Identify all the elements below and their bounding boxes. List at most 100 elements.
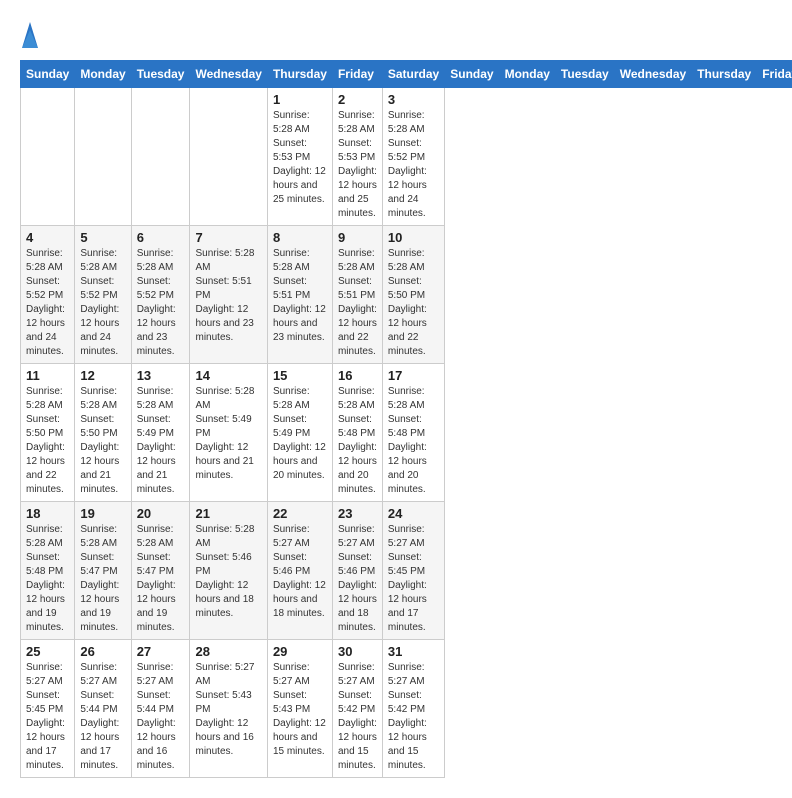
calendar-cell xyxy=(21,88,75,226)
day-number: 1 xyxy=(273,92,327,107)
calendar-cell: 17 Sunrise: 5:28 AMSunset: 5:48 PMDayligh… xyxy=(382,364,444,502)
calendar-table: SundayMondayTuesdayWednesdayThursdayFrid… xyxy=(20,60,792,778)
day-detail: Sunrise: 5:27 AMSunset: 5:44 PMDaylight:… xyxy=(80,661,125,773)
day-detail: Sunrise: 5:28 AMSunset: 5:48 PMDaylight:… xyxy=(388,385,439,497)
day-number: 5 xyxy=(80,230,125,245)
day-number: 19 xyxy=(80,506,125,521)
calendar-cell: 23 Sunrise: 5:27 AMSunset: 5:46 PMDayligh… xyxy=(332,502,382,640)
calendar-cell: 3 Sunrise: 5:28 AMSunset: 5:52 PMDaylight… xyxy=(382,88,444,226)
calendar-cell: 21 Sunrise: 5:28 AMSunset: 5:46 PMDayligh… xyxy=(190,502,267,640)
calendar-cell xyxy=(190,88,267,226)
day-number: 25 xyxy=(26,644,69,659)
day-number: 20 xyxy=(137,506,185,521)
column-header-friday: Friday xyxy=(332,61,382,88)
day-number: 9 xyxy=(338,230,377,245)
day-detail: Sunrise: 5:28 AMSunset: 5:53 PMDaylight:… xyxy=(338,109,377,221)
calendar-cell: 18 Sunrise: 5:28 AMSunset: 5:48 PMDayligh… xyxy=(21,502,75,640)
calendar-cell: 31 Sunrise: 5:27 AMSunset: 5:42 PMDayligh… xyxy=(382,640,444,778)
day-number: 3 xyxy=(388,92,439,107)
day-number: 21 xyxy=(195,506,261,521)
page-header xyxy=(20,20,772,50)
day-detail: Sunrise: 5:28 AMSunset: 5:52 PMDaylight:… xyxy=(388,109,439,221)
day-number: 4 xyxy=(26,230,69,245)
calendar-cell: 16 Sunrise: 5:28 AMSunset: 5:48 PMDayligh… xyxy=(332,364,382,502)
day-detail: Sunrise: 5:28 AMSunset: 5:49 PMDaylight:… xyxy=(195,385,261,483)
day-detail: Sunrise: 5:28 AMSunset: 5:49 PMDaylight:… xyxy=(137,385,185,497)
column-header-monday: Monday xyxy=(499,61,555,88)
day-detail: Sunrise: 5:28 AMSunset: 5:53 PMDaylight:… xyxy=(273,109,327,207)
calendar-cell: 6 Sunrise: 5:28 AMSunset: 5:52 PMDaylight… xyxy=(131,226,190,364)
calendar-cell: 11 Sunrise: 5:28 AMSunset: 5:50 PMDayligh… xyxy=(21,364,75,502)
day-number: 26 xyxy=(80,644,125,659)
day-detail: Sunrise: 5:27 AMSunset: 5:42 PMDaylight:… xyxy=(388,661,439,773)
calendar-cell: 14 Sunrise: 5:28 AMSunset: 5:49 PMDayligh… xyxy=(190,364,267,502)
column-header-thursday: Thursday xyxy=(267,61,332,88)
day-number: 17 xyxy=(388,368,439,383)
day-detail: Sunrise: 5:27 AMSunset: 5:46 PMDaylight:… xyxy=(338,523,377,635)
day-detail: Sunrise: 5:27 AMSunset: 5:44 PMDaylight:… xyxy=(137,661,185,773)
day-detail: Sunrise: 5:28 AMSunset: 5:48 PMDaylight:… xyxy=(338,385,377,497)
calendar-cell: 22 Sunrise: 5:27 AMSunset: 5:46 PMDayligh… xyxy=(267,502,332,640)
calendar-cell: 7 Sunrise: 5:28 AMSunset: 5:51 PMDaylight… xyxy=(190,226,267,364)
day-detail: Sunrise: 5:28 AMSunset: 5:49 PMDaylight:… xyxy=(273,385,327,483)
calendar-cell: 1 Sunrise: 5:28 AMSunset: 5:53 PMDaylight… xyxy=(267,88,332,226)
day-detail: Sunrise: 5:28 AMSunset: 5:51 PMDaylight:… xyxy=(273,247,327,345)
day-detail: Sunrise: 5:27 AMSunset: 5:42 PMDaylight:… xyxy=(338,661,377,773)
calendar-cell: 15 Sunrise: 5:28 AMSunset: 5:49 PMDayligh… xyxy=(267,364,332,502)
column-header-friday: Friday xyxy=(757,61,792,88)
column-header-thursday: Thursday xyxy=(692,61,757,88)
column-header-wednesday: Wednesday xyxy=(614,61,691,88)
day-number: 23 xyxy=(338,506,377,521)
day-number: 12 xyxy=(80,368,125,383)
calendar-cell: 26 Sunrise: 5:27 AMSunset: 5:44 PMDayligh… xyxy=(75,640,131,778)
day-number: 18 xyxy=(26,506,69,521)
week-row-2: 4 Sunrise: 5:28 AMSunset: 5:52 PMDaylight… xyxy=(21,226,792,364)
day-number: 8 xyxy=(273,230,327,245)
day-detail: Sunrise: 5:27 AMSunset: 5:43 PMDaylight:… xyxy=(195,661,261,759)
day-number: 31 xyxy=(388,644,439,659)
column-header-monday: Monday xyxy=(75,61,131,88)
calendar-cell: 4Sunrise: 5:28 AMSunset: 5:52 PMDaylight… xyxy=(21,226,75,364)
day-detail: Sunrise: 5:27 AMSunset: 5:46 PMDaylight:… xyxy=(273,523,327,621)
day-detail: Sunrise: 5:28 AMSunset: 5:48 PMDaylight:… xyxy=(26,523,69,635)
day-number: 15 xyxy=(273,368,327,383)
day-detail: Sunrise: 5:28 AMSunset: 5:46 PMDaylight:… xyxy=(195,523,261,621)
calendar-cell xyxy=(131,88,190,226)
day-number: 14 xyxy=(195,368,261,383)
column-header-sunday: Sunday xyxy=(21,61,75,88)
calendar-cell: 20 Sunrise: 5:28 AMSunset: 5:47 PMDayligh… xyxy=(131,502,190,640)
day-detail: Sunrise: 5:28 AMSunset: 5:50 PMDaylight:… xyxy=(388,247,439,359)
day-number: 24 xyxy=(388,506,439,521)
calendar-cell: 12 Sunrise: 5:28 AMSunset: 5:50 PMDayligh… xyxy=(75,364,131,502)
calendar-cell: 30Sunrise: 5:27 AMSunset: 5:42 PMDayligh… xyxy=(332,640,382,778)
day-number: 28 xyxy=(195,644,261,659)
calendar-cell: 10 Sunrise: 5:28 AMSunset: 5:50 PMDayligh… xyxy=(382,226,444,364)
day-detail: Sunrise: 5:28 AMSunset: 5:50 PMDaylight:… xyxy=(80,385,125,497)
calendar-cell xyxy=(75,88,131,226)
week-row-1: 1 Sunrise: 5:28 AMSunset: 5:53 PMDaylight… xyxy=(21,88,792,226)
day-number: 6 xyxy=(137,230,185,245)
day-detail: Sunrise: 5:28 AMSunset: 5:51 PMDaylight:… xyxy=(195,247,261,345)
day-number: 16 xyxy=(338,368,377,383)
day-detail: Sunrise: 5:28 AMSunset: 5:52 PMDaylight:… xyxy=(137,247,185,359)
day-detail: Sunrise: 5:27 AMSunset: 5:45 PMDaylight:… xyxy=(388,523,439,635)
day-detail: Sunrise: 5:28 AMSunset: 5:52 PMDaylight:… xyxy=(80,247,125,359)
calendar-cell: 8 Sunrise: 5:28 AMSunset: 5:51 PMDaylight… xyxy=(267,226,332,364)
column-header-saturday: Saturday xyxy=(382,61,444,88)
day-detail: Sunrise: 5:28 AMSunset: 5:47 PMDaylight:… xyxy=(137,523,185,635)
logo xyxy=(20,20,42,50)
calendar-cell: 24 Sunrise: 5:27 AMSunset: 5:45 PMDayligh… xyxy=(382,502,444,640)
column-header-tuesday: Tuesday xyxy=(555,61,614,88)
column-header-wednesday: Wednesday xyxy=(190,61,267,88)
day-number: 29 xyxy=(273,644,327,659)
column-header-tuesday: Tuesday xyxy=(131,61,190,88)
day-detail: Sunrise: 5:28 AMSunset: 5:50 PMDaylight:… xyxy=(26,385,69,497)
day-number: 22 xyxy=(273,506,327,521)
calendar-cell: 2Sunrise: 5:28 AMSunset: 5:53 PMDaylight… xyxy=(332,88,382,226)
day-detail: Sunrise: 5:27 AMSunset: 5:45 PMDaylight:… xyxy=(26,661,69,773)
day-detail: Sunrise: 5:28 AMSunset: 5:47 PMDaylight:… xyxy=(80,523,125,635)
day-number: 11 xyxy=(26,368,69,383)
calendar-cell: 27Sunrise: 5:27 AMSunset: 5:44 PMDayligh… xyxy=(131,640,190,778)
day-number: 10 xyxy=(388,230,439,245)
day-number: 7 xyxy=(195,230,261,245)
